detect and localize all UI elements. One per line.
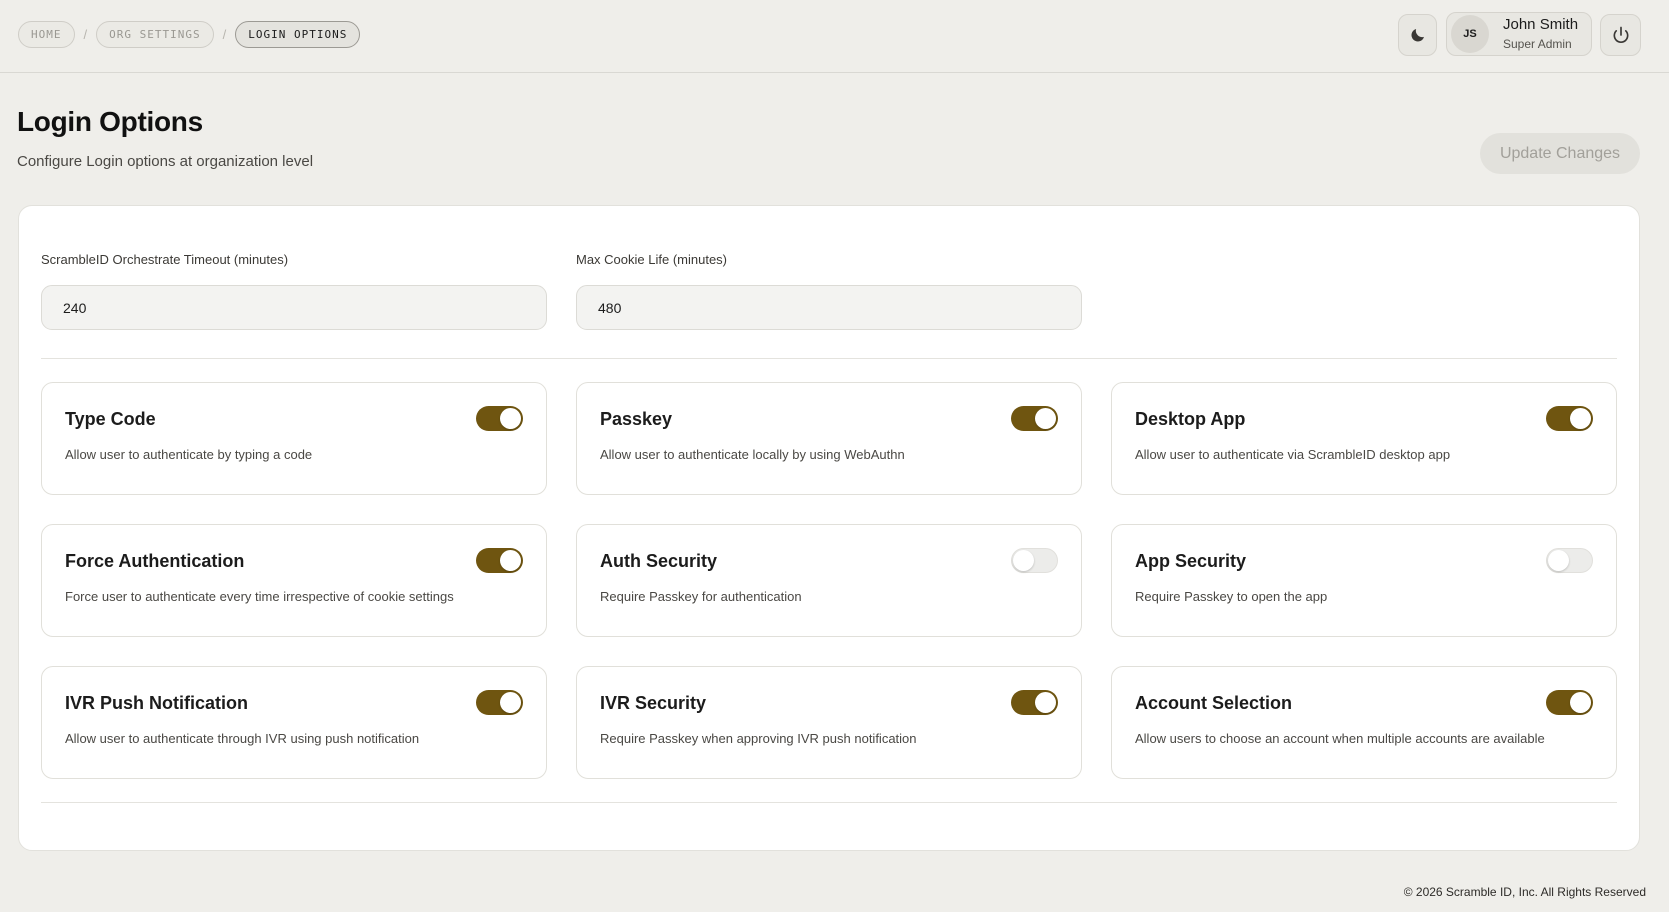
divider — [41, 358, 1617, 359]
option-description: Allow user to authenticate through IVR u… — [65, 731, 420, 746]
option-title: Passkey — [600, 409, 673, 429]
app-security-toggle[interactable] — [1546, 548, 1593, 573]
option-title: Auth Security — [600, 551, 718, 571]
option-title: Force Authentication — [65, 551, 245, 571]
option-card-force-authentication: Force Authentication Force user to authe… — [41, 524, 547, 637]
breadcrumb-home[interactable]: HOME — [18, 21, 75, 48]
orchestrate-timeout-label: ScrambleID Orchestrate Timeout (minutes) — [41, 252, 289, 267]
breadcrumb-separator: / — [83, 27, 88, 42]
breadcrumb-org-settings[interactable]: ORG SETTINGS — [96, 21, 214, 48]
avatar: JS — [1451, 15, 1489, 53]
breadcrumb-login-options[interactable]: LOGIN OPTIONS — [235, 21, 361, 48]
option-description: Require Passkey when approving IVR push … — [600, 731, 917, 746]
desktop-app-toggle[interactable] — [1546, 406, 1593, 431]
auth-security-toggle[interactable] — [1011, 548, 1058, 573]
type-code-toggle[interactable] — [476, 406, 523, 431]
user-name: John Smith — [1503, 15, 1579, 33]
option-card-ivr-push-notification: IVR Push Notification Allow user to auth… — [41, 666, 547, 779]
breadcrumb-separator: / — [222, 27, 227, 42]
user-menu[interactable]: JS John Smith Super Admin — [1446, 12, 1592, 56]
option-title: Account Selection — [1135, 693, 1293, 713]
option-card-desktop-app: Desktop App Allow user to authenticate v… — [1111, 382, 1617, 495]
power-icon — [1613, 26, 1628, 43]
ivr-push-notification-toggle[interactable] — [476, 690, 523, 715]
max-cookie-life-label: Max Cookie Life (minutes) — [576, 252, 727, 267]
ivr-security-toggle[interactable] — [1011, 690, 1058, 715]
option-card-app-security: App Security Require Passkey to open the… — [1111, 524, 1617, 637]
option-card-account-selection: Account Selection Allow users to choose … — [1111, 666, 1617, 779]
orchestrate-timeout-input[interactable] — [41, 285, 547, 330]
force-authentication-toggle[interactable] — [476, 548, 523, 573]
account-selection-toggle[interactable] — [1546, 690, 1593, 715]
breadcrumb: HOME / ORG SETTINGS / LOGIN OPTIONS — [18, 21, 361, 48]
login-options-card: ScrambleID Orchestrate Timeout (minutes)… — [18, 205, 1640, 851]
option-description: Allow users to choose an account when mu… — [1135, 731, 1545, 746]
option-description: Allow user to authenticate via ScrambleI… — [1135, 447, 1451, 462]
option-description: Force user to authenticate every time ir… — [65, 589, 454, 604]
option-card-auth-security: Auth Security Require Passkey for authen… — [576, 524, 1082, 637]
user-role: Super Admin — [1503, 36, 1572, 51]
option-description: Allow user to authenticate locally by us… — [600, 447, 905, 462]
page-subtitle: Configure Login options at organization … — [17, 153, 314, 170]
theme-toggle-button[interactable] — [1398, 14, 1437, 56]
option-card-type-code: Type Code Allow user to authenticate by … — [41, 382, 547, 495]
logout-button[interactable] — [1600, 14, 1641, 56]
max-cookie-life-input[interactable] — [576, 285, 1082, 330]
divider — [41, 802, 1617, 803]
option-title: App Security — [1135, 551, 1247, 571]
footer-copyright: © 2026 Scramble ID, Inc. All Rights Rese… — [1403, 885, 1646, 899]
option-title: IVR Security — [600, 693, 707, 713]
top-bar: HOME / ORG SETTINGS / LOGIN OPTIONS JS J… — [0, 0, 1669, 73]
option-title: Type Code — [65, 409, 156, 429]
option-description: Allow user to authenticate by typing a c… — [65, 447, 313, 462]
passkey-toggle[interactable] — [1011, 406, 1058, 431]
update-changes-button[interactable]: Update Changes — [1480, 133, 1640, 174]
option-description: Require Passkey for authentication — [600, 589, 802, 604]
option-card-ivr-security: IVR Security Require Passkey when approv… — [576, 666, 1082, 779]
moon-icon — [1410, 29, 1424, 42]
option-title: IVR Push Notification — [65, 693, 249, 713]
page-title: Login Options — [17, 106, 203, 137]
option-title: Desktop App — [1135, 409, 1246, 429]
option-description: Require Passkey to open the app — [1135, 589, 1328, 604]
option-card-passkey: Passkey Allow user to authenticate local… — [576, 382, 1082, 495]
